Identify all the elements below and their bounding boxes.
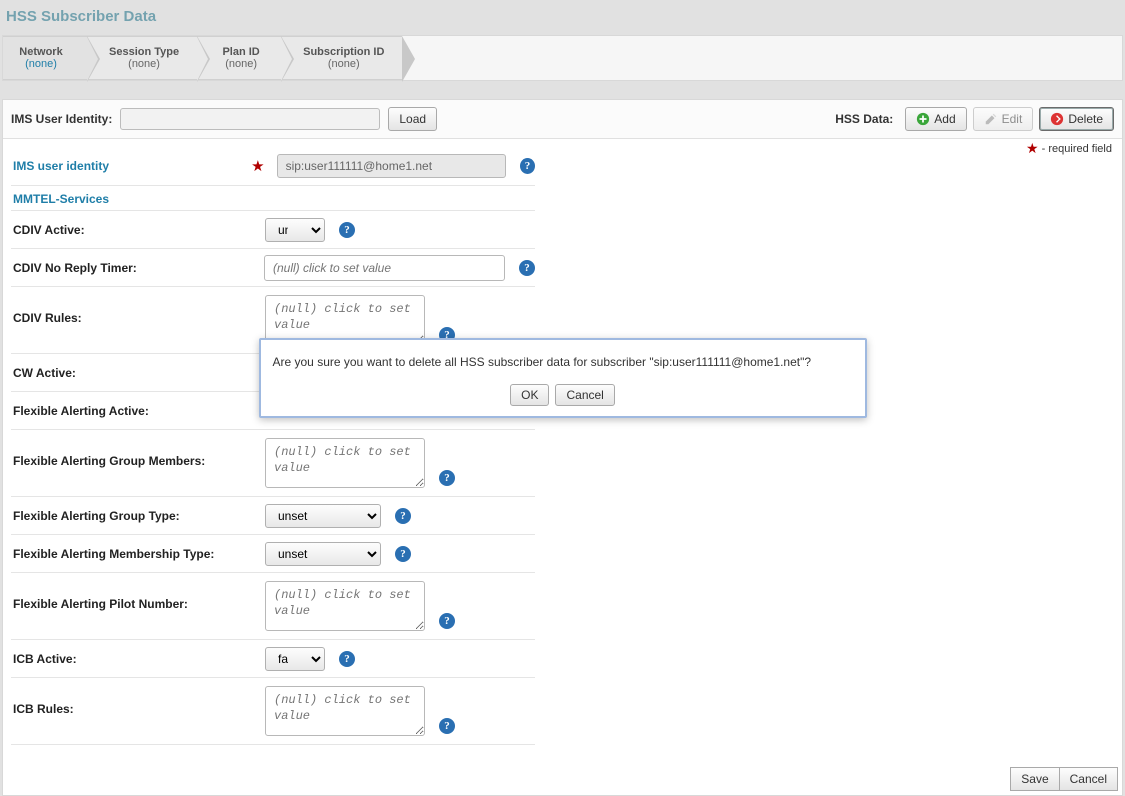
fa-pilot-label: Flexible Alerting Pilot Number: <box>11 581 259 611</box>
help-icon[interactable]: ? <box>439 613 455 629</box>
breadcrumb: Network (none) Session Type (none) Plan … <box>2 35 1123 81</box>
breadcrumb-step-subscription-id[interactable]: Subscription ID (none) <box>281 36 402 80</box>
row-icb-rules: ICB Rules: ? <box>11 677 535 745</box>
fa-members-input[interactable] <box>265 438 425 488</box>
page-title: HSS Subscriber Data <box>0 0 1125 35</box>
form: IMS user identity ★ ? MMTEL-Services CDI… <box>3 139 543 795</box>
toolbar: IMS User Identity: Load HSS Data: Add Ed… <box>3 100 1122 139</box>
row-cdiv-no-reply-timer: CDIV No Reply Timer: ? <box>11 248 535 286</box>
footer-buttons: Save Cancel <box>1010 767 1118 791</box>
breadcrumb-step-network[interactable]: Network (none) <box>3 36 87 80</box>
breadcrumb-step-session-type[interactable]: Session Type (none) <box>87 36 197 80</box>
delete-button[interactable]: Delete <box>1039 107 1114 131</box>
breadcrumb-label: Session Type <box>109 46 179 58</box>
confirm-dialog-buttons: OK Cancel <box>273 384 853 406</box>
breadcrumb-value: (none) <box>13 58 69 70</box>
help-icon[interactable]: ? <box>439 718 455 734</box>
cancel-button[interactable]: Cancel <box>1060 767 1118 791</box>
breadcrumb-label: Network <box>13 46 69 58</box>
confirm-dialog: Are you sure you want to delete all HSS … <box>259 338 867 418</box>
help-icon[interactable]: ? <box>395 508 411 524</box>
confirm-dialog-message: Are you sure you want to delete all HSS … <box>273 354 853 370</box>
fa-pilot-input[interactable] <box>265 581 425 631</box>
pencil-icon <box>984 112 998 126</box>
dialog-cancel-button[interactable]: Cancel <box>555 384 614 406</box>
hss-data-label: HSS Data: <box>835 112 893 126</box>
row-icb-active: ICB Active: false ? <box>11 639 535 677</box>
icb-rules-label: ICB Rules: <box>11 686 259 716</box>
edit-button[interactable]: Edit <box>973 107 1034 131</box>
page: HSS Subscriber Data Network (none) Sessi… <box>0 0 1125 796</box>
save-button[interactable]: Save <box>1010 767 1059 791</box>
cdiv-nrt-input[interactable] <box>264 255 505 281</box>
cdiv-active-label: CDIV Active: <box>11 223 259 237</box>
ims-identity-input[interactable] <box>120 108 380 130</box>
required-note: ★ - required field <box>1026 140 1112 157</box>
help-icon[interactable]: ? <box>519 260 535 276</box>
cdiv-rules-label: CDIV Rules: <box>11 295 259 325</box>
add-button[interactable]: Add <box>905 107 966 131</box>
help-icon[interactable]: ? <box>439 470 455 486</box>
fa-group-type-select[interactable]: unset <box>265 504 381 528</box>
fa-group-type-label: Flexible Alerting Group Type: <box>11 509 259 523</box>
cdiv-nrt-label: CDIV No Reply Timer: <box>11 261 258 275</box>
section-mmtel-services: MMTEL-Services <box>11 185 535 210</box>
row-cdiv-active: CDIV Active: unset ? <box>11 210 535 248</box>
breadcrumb-value: (none) <box>219 58 263 70</box>
icb-active-select[interactable]: false <box>265 647 325 671</box>
hss-data-buttons: HSS Data: Add Edit Delete <box>835 107 1114 131</box>
ims-user-identity-label: IMS user identity <box>11 159 245 173</box>
ims-user-identity-field[interactable] <box>277 154 506 178</box>
delete-circle-icon <box>1050 112 1064 126</box>
row-fa-group-members: Flexible Alerting Group Members: ? <box>11 429 535 496</box>
help-icon[interactable]: ? <box>339 222 355 238</box>
row-fa-pilot-number: Flexible Alerting Pilot Number: ? <box>11 572 535 639</box>
content-panel: IMS User Identity: Load HSS Data: Add Ed… <box>2 99 1123 796</box>
star-icon: ★ <box>1026 140 1039 156</box>
breadcrumb-label: Plan ID <box>219 46 263 58</box>
fa-membership-label: Flexible Alerting Membership Type: <box>11 547 259 561</box>
ims-identity-label: IMS User Identity: <box>11 112 112 126</box>
breadcrumb-value: (none) <box>109 58 179 70</box>
icb-active-label: ICB Active: <box>11 652 259 666</box>
ok-button[interactable]: OK <box>510 384 549 406</box>
breadcrumb-value: (none) <box>303 58 384 70</box>
required-star-icon: ★ <box>251 157 264 175</box>
load-button[interactable]: Load <box>388 107 437 131</box>
help-icon[interactable]: ? <box>395 546 411 562</box>
icb-rules-input[interactable] <box>265 686 425 736</box>
row-fa-group-type: Flexible Alerting Group Type: unset ? <box>11 496 535 534</box>
fa-membership-select[interactable]: unset <box>265 542 381 566</box>
row-ims-user-identity: IMS user identity ★ ? <box>11 147 535 185</box>
fa-members-label: Flexible Alerting Group Members: <box>11 438 259 468</box>
fa-active-label: Flexible Alerting Active: <box>11 404 259 418</box>
help-icon[interactable]: ? <box>520 158 535 174</box>
row-fa-membership-type: Flexible Alerting Membership Type: unset… <box>11 534 535 572</box>
plus-circle-icon <box>916 112 930 126</box>
cw-active-label: CW Active: <box>11 366 259 380</box>
cdiv-active-select[interactable]: unset <box>265 218 325 242</box>
help-icon[interactable]: ? <box>339 651 355 667</box>
breadcrumb-label: Subscription ID <box>303 46 384 58</box>
